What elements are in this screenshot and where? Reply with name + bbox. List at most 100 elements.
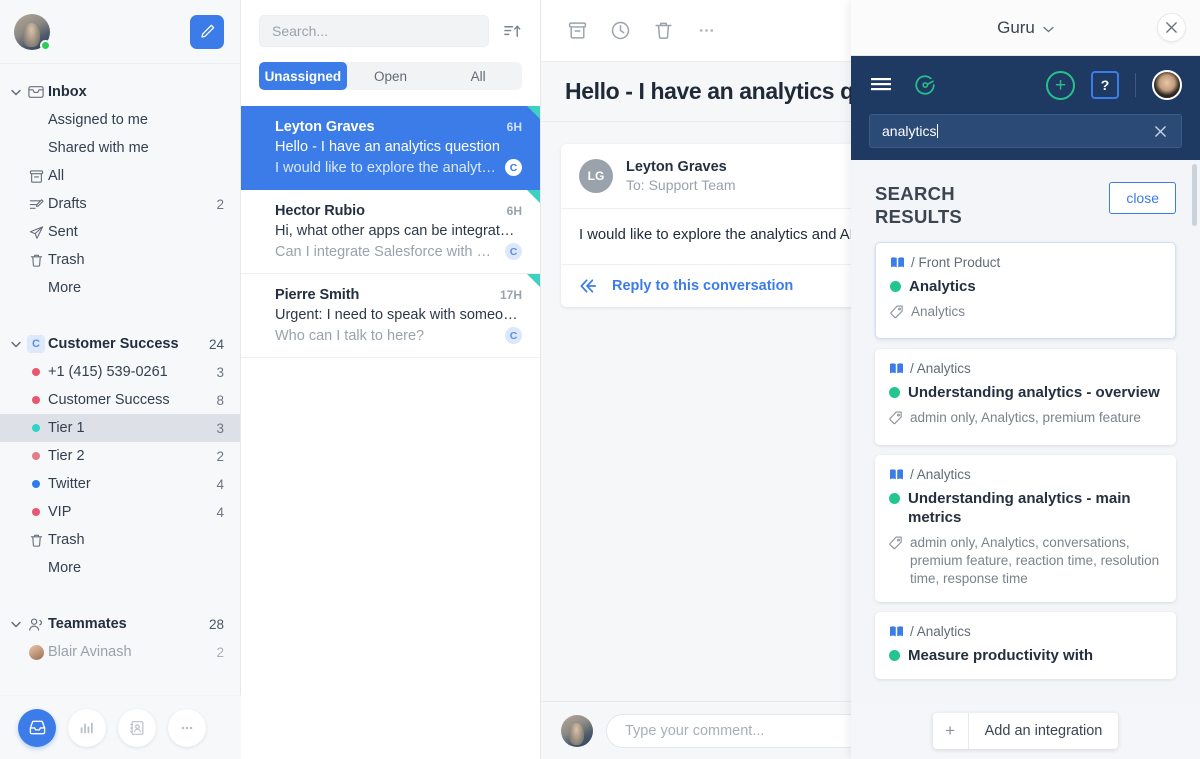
- result-title: Understanding analytics - overview: [908, 384, 1160, 402]
- sidebar-item-more-cs[interactable]: More: [0, 554, 240, 582]
- chevron-down-icon: [8, 341, 24, 348]
- sidebar-count: 2: [216, 196, 224, 212]
- drafts-icon: [24, 197, 48, 212]
- sidebar-label: Customer Success: [48, 392, 170, 408]
- conversation-time: 6H: [506, 120, 522, 134]
- compose-button[interactable]: [190, 14, 224, 49]
- conversation-item-hector-rubio[interactable]: Hector Rubio 6H Hi, what other apps can …: [241, 190, 540, 274]
- sidebar-item-trash[interactable]: Trash: [0, 246, 240, 274]
- conversation-sender: Hector Rubio: [275, 203, 365, 219]
- sidebar-count: 24: [208, 336, 224, 352]
- conversation-sender: Pierre Smith: [275, 287, 360, 303]
- search-input[interactable]: [259, 15, 489, 47]
- guru-app-header: + ? analytics: [851, 56, 1200, 160]
- sidebar-label: Sent: [48, 224, 78, 240]
- sidebar-item-phone-number[interactable]: +1 (415) 539-0261 3: [0, 358, 240, 386]
- result-card-understanding-analytics-overview[interactable]: / Analytics Understanding analytics - ov…: [875, 349, 1176, 445]
- plus-circle-icon[interactable]: +: [1046, 70, 1075, 100]
- nav-group-customer-success: C Customer Success 24 +1 (415) 539-0261 …: [0, 330, 240, 582]
- tag-icon: [889, 411, 903, 430]
- trash-icon: [24, 533, 48, 548]
- sidebar-label: Drafts: [48, 196, 87, 212]
- scrollbar-thumb[interactable]: [1192, 164, 1197, 226]
- status-dot-icon: [24, 396, 48, 404]
- guru-title-group[interactable]: Guru: [997, 18, 1054, 38]
- guru-panel: Guru + ? analytics SEARCH RESULTS close …: [851, 0, 1200, 759]
- sidebar-item-vip[interactable]: VIP 4: [0, 498, 240, 526]
- guru-search-bar[interactable]: analytics: [869, 114, 1182, 148]
- contacts-icon-button[interactable]: [118, 708, 156, 747]
- result-title-row: Analytics: [890, 277, 1161, 296]
- result-card-analytics[interactable]: / Front Product Analytics Analytics: [875, 242, 1176, 340]
- message-avatar: LG: [579, 159, 613, 193]
- result-card-understanding-analytics-main-metrics[interactable]: / Analytics Understanding analytics - ma…: [875, 454, 1176, 602]
- sort-ascending-icon[interactable]: [499, 18, 526, 45]
- verified-dot-icon: [889, 492, 900, 504]
- trash-icon[interactable]: [649, 16, 678, 45]
- sidebar-item-twitter[interactable]: Twitter 4: [0, 470, 240, 498]
- sidebar-count: 2: [216, 644, 224, 660]
- sidebar-count: 3: [216, 364, 224, 380]
- snooze-clock-icon[interactable]: [606, 16, 635, 45]
- result-card-measure-productivity[interactable]: / Analytics Measure productivity with: [875, 611, 1176, 679]
- user-avatar[interactable]: [14, 13, 51, 51]
- sidebar-item-more-inbox[interactable]: More: [0, 274, 240, 302]
- sidebar-item-sent[interactable]: Sent: [0, 218, 240, 246]
- sidebar-item-teammates[interactable]: Teammates 28: [0, 610, 240, 638]
- breadcrumb-text: / Front Product: [911, 255, 1001, 271]
- sidebar-item-all[interactable]: All: [0, 162, 240, 190]
- sidebar-label: VIP: [48, 504, 72, 520]
- message-to-label: To:: [626, 177, 645, 193]
- verified-dot-icon: [889, 387, 900, 399]
- conversation-item-leyton-graves[interactable]: Leyton Graves 6H Hello - I have an analy…: [241, 106, 540, 190]
- sidebar-item-shared-with-me[interactable]: Shared with me: [0, 134, 240, 162]
- more-icon-button[interactable]: [168, 708, 206, 747]
- list-filter-tabs: Unassigned Open All: [241, 62, 540, 106]
- divider: [1135, 73, 1136, 97]
- breadcrumb-text: / Analytics: [910, 361, 971, 377]
- results-header: SEARCH RESULTS close: [875, 160, 1176, 242]
- sidebar-item-tier-1[interactable]: Tier 1 3: [0, 414, 240, 442]
- chevron-down-icon: [8, 89, 24, 96]
- book-icon: [889, 362, 904, 375]
- guru-logo-icon[interactable]: [911, 71, 939, 99]
- archive-icon[interactable]: [563, 16, 592, 45]
- sidebar-label: +1 (415) 539-0261: [48, 364, 168, 380]
- conversation-item-pierre-smith[interactable]: Pierre Smith 17H Urgent: I need to speak…: [241, 274, 540, 358]
- hamburger-menu-icon[interactable]: [869, 75, 895, 96]
- pencil-icon: [200, 24, 214, 38]
- conversation-sender: Leyton Graves: [275, 119, 375, 135]
- result-tags-row: admin only, Analytics, premium feature: [889, 409, 1162, 430]
- conversation-channel-badge: C: [505, 243, 522, 260]
- sidebar-item-customer-success-channel[interactable]: Customer Success 8: [0, 386, 240, 414]
- message-recipient-row: To: Support Team: [626, 177, 735, 193]
- sidebar-item-drafts[interactable]: Drafts 2: [0, 190, 240, 218]
- guru-header-row: + ?: [869, 56, 1182, 114]
- inbox-icon-button[interactable]: [18, 708, 56, 747]
- close-icon[interactable]: [1157, 13, 1186, 42]
- conversation-time: 17H: [499, 288, 522, 302]
- sidebar-item-assigned-to-me[interactable]: Assigned to me: [0, 106, 240, 134]
- sidebar-item-tier-2[interactable]: Tier 2 2: [0, 442, 240, 470]
- sidebar-item-trash-cs[interactable]: Trash: [0, 526, 240, 554]
- tab-unassigned[interactable]: Unassigned: [259, 62, 347, 90]
- tab-all[interactable]: All: [434, 62, 522, 90]
- guru-titlebar: Guru: [851, 0, 1200, 56]
- close-results-button[interactable]: close: [1109, 182, 1176, 214]
- guru-user-avatar[interactable]: [1152, 70, 1182, 100]
- add-integration-button[interactable]: + Add an integration: [932, 713, 1119, 749]
- sidebar-item-blair-avinash[interactable]: Blair Avinash 2: [0, 638, 240, 666]
- list-search-row: [241, 0, 540, 62]
- reply-all-icon: [580, 279, 597, 293]
- sidebar-item-customer-success[interactable]: C Customer Success 24: [0, 330, 240, 358]
- sidebar-nav: Inbox Assigned to me Shared with me All: [0, 64, 240, 759]
- status-dot-icon: [24, 480, 48, 488]
- more-icon[interactable]: [692, 16, 721, 45]
- guru-title: Guru: [997, 17, 1035, 37]
- sidebar-label: Trash: [48, 252, 85, 268]
- analytics-icon-button[interactable]: [68, 708, 106, 747]
- help-button[interactable]: ?: [1091, 71, 1119, 99]
- clear-icon[interactable]: [1152, 123, 1169, 140]
- sidebar-item-inbox[interactable]: Inbox: [0, 78, 240, 106]
- tab-open[interactable]: Open: [347, 62, 435, 90]
